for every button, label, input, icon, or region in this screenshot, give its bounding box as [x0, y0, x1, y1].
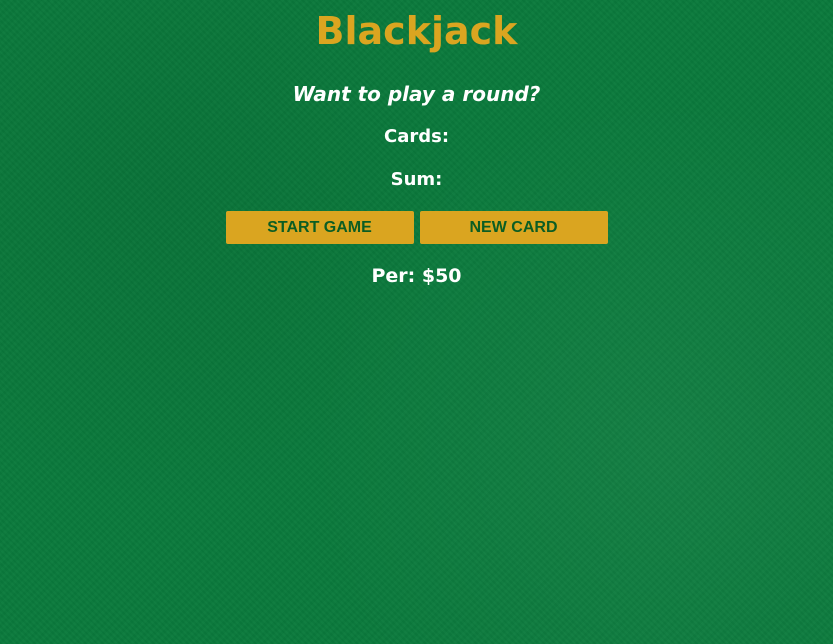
cards-display: Cards: — [383, 126, 450, 147]
game-table: Blackjack Want to play a round? Cards: S… — [0, 0, 833, 644]
game-title: Blackjack — [315, 9, 518, 53]
sum-display: Sum: — [390, 169, 443, 190]
message-text: Want to play a round? — [292, 82, 541, 106]
start-game-button[interactable]: START GAME — [225, 211, 414, 244]
button-row: START GAME NEW CARD — [0, 211, 833, 244]
player-balance: Per: $50 — [371, 265, 462, 287]
new-card-button[interactable]: NEW CARD — [419, 211, 608, 244]
